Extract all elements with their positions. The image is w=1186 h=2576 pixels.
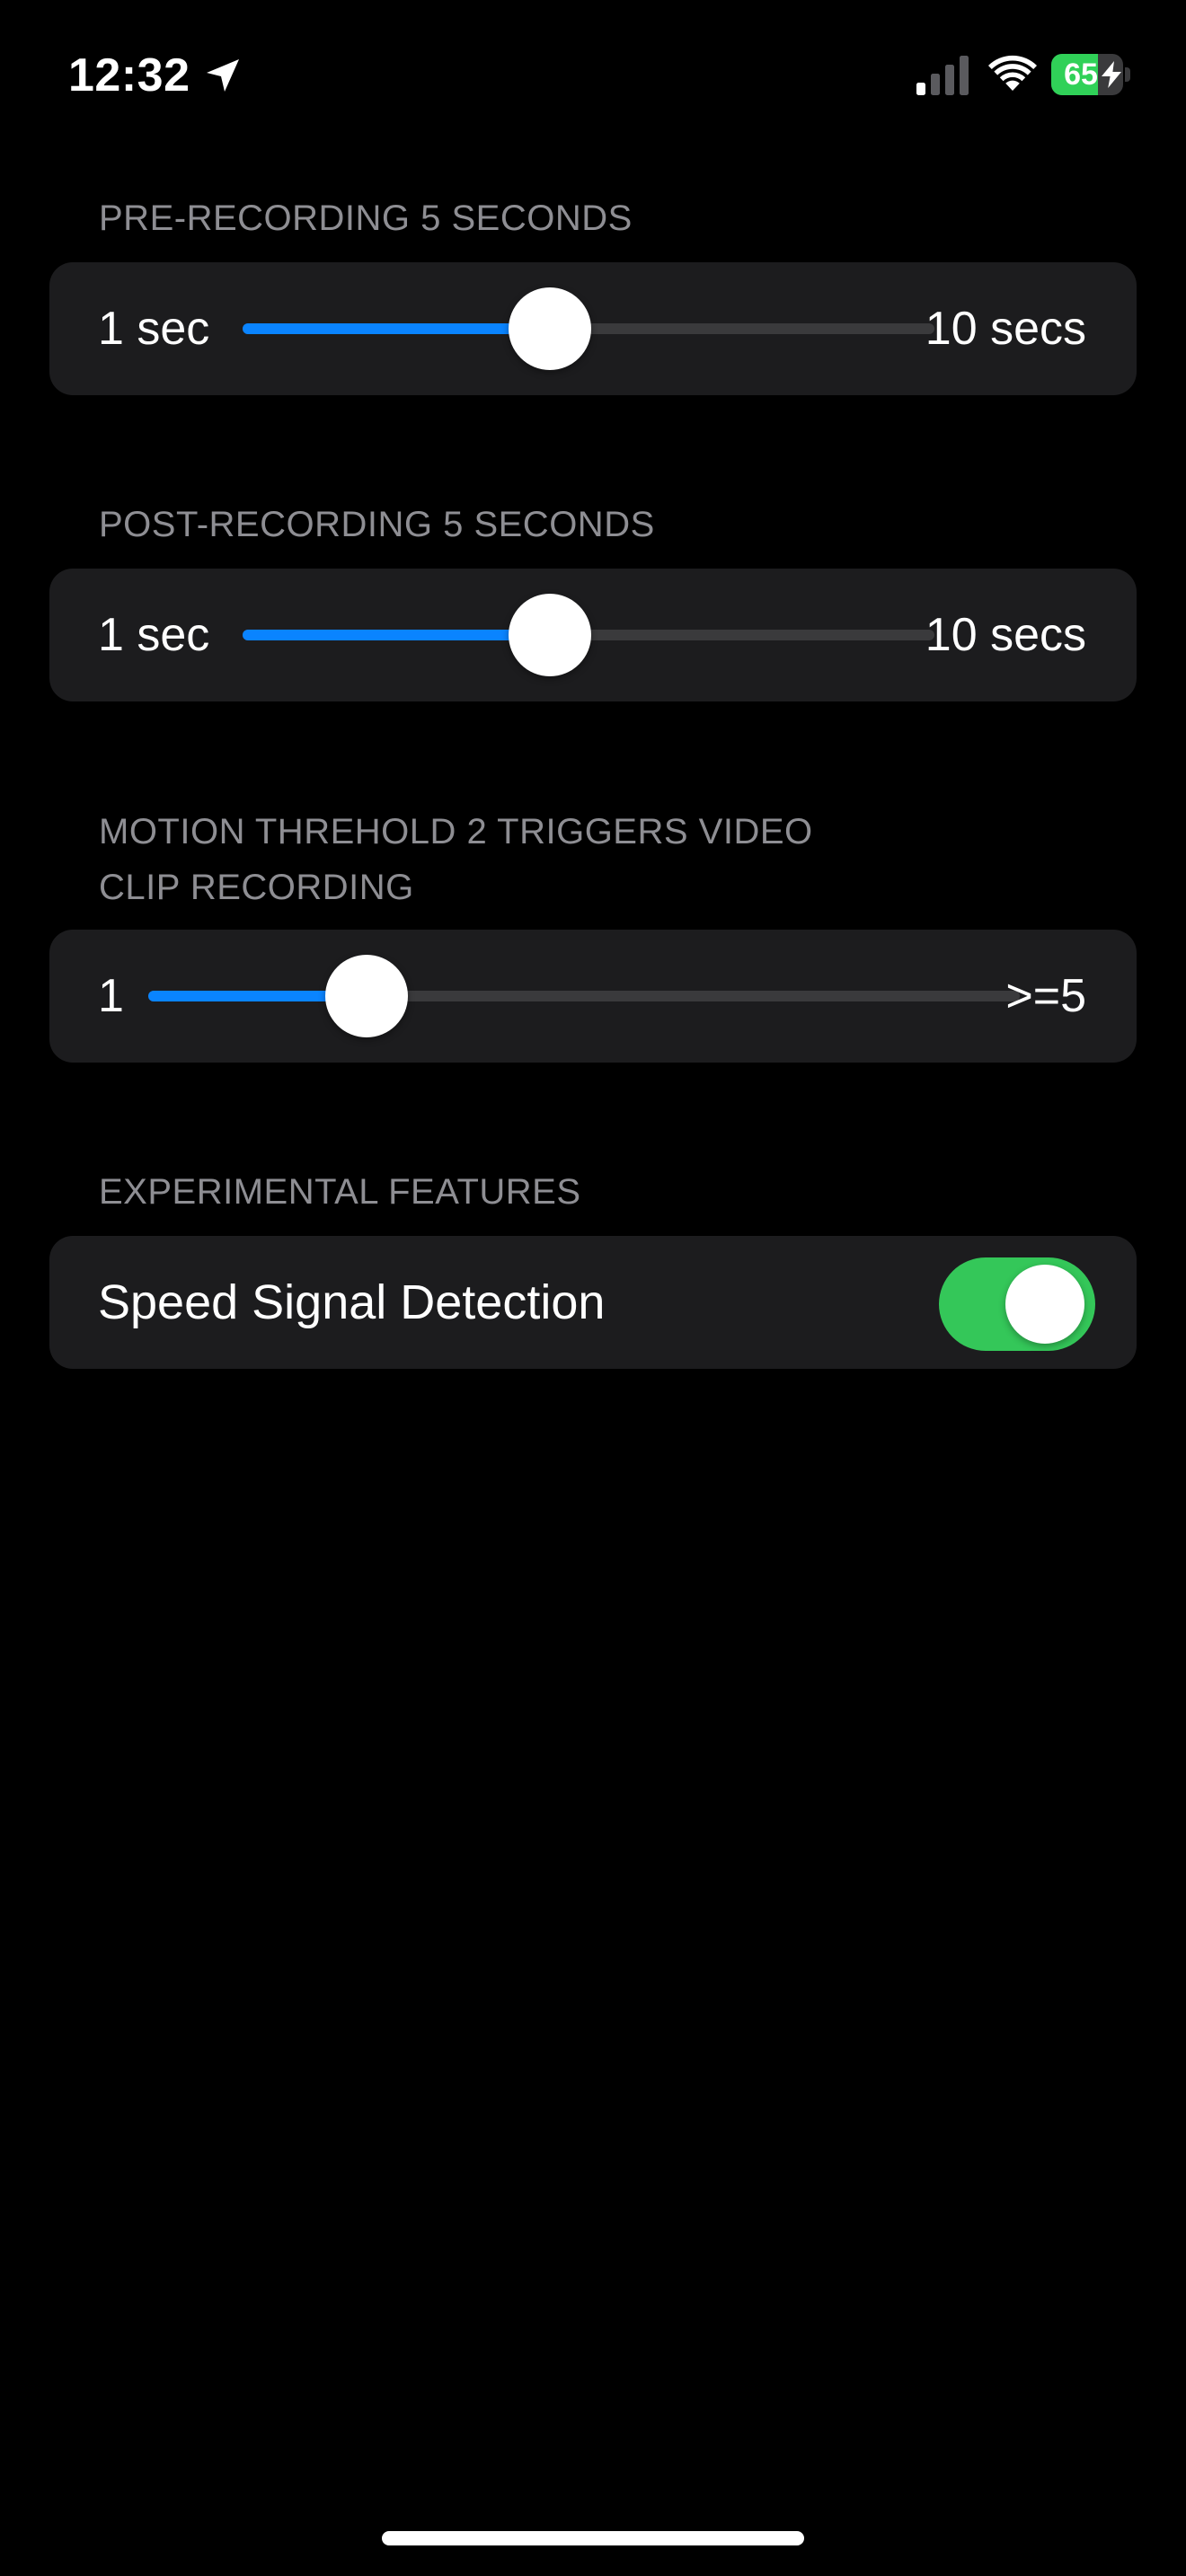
- slider-thumb[interactable]: [325, 955, 408, 1037]
- pre-recording-card: 1 sec 10 secs: [49, 262, 1137, 395]
- charging-bolt-icon: [1102, 61, 1121, 88]
- pre-recording-max-label: 10 secs: [925, 303, 1086, 355]
- post-recording-card: 1 sec 10 secs: [49, 569, 1137, 701]
- speed-signal-detection-label: Speed Signal Detection: [98, 1275, 606, 1329]
- post-recording-max-label: 10 secs: [925, 609, 1086, 661]
- motion-threshold-header-line1: MOTION THREHOLD 2 TRIGGERS VIDEO: [99, 812, 813, 851]
- toggle-knob: [1005, 1265, 1084, 1344]
- pre-recording-slider[interactable]: [243, 262, 934, 395]
- post-recording-slider[interactable]: [243, 569, 934, 701]
- motion-threshold-header: MOTION THREHOLD 2 TRIGGERS VIDEO CLIP RE…: [99, 804, 1087, 915]
- cellular-signal-icon: [916, 56, 969, 95]
- experimental-features-header: EXPERIMENTAL FEATURES: [99, 1172, 581, 1212]
- speed-signal-detection-toggle[interactable]: [939, 1257, 1095, 1351]
- battery-percent: 65: [1064, 57, 1098, 92]
- home-indicator[interactable]: [382, 2531, 804, 2545]
- pre-recording-header: PRE-RECORDING 5 SECONDS: [99, 198, 633, 238]
- pre-recording-min-label: 1 sec: [98, 303, 210, 355]
- slider-thumb[interactable]: [509, 594, 591, 676]
- wifi-icon: [988, 55, 1037, 91]
- slider-fill: [243, 323, 550, 334]
- post-recording-min-label: 1 sec: [98, 609, 210, 661]
- slider-thumb[interactable]: [509, 287, 591, 370]
- status-time: 12:32: [68, 49, 190, 101]
- motion-threshold-header-line2: CLIP RECORDING: [99, 868, 414, 907]
- status-bar: 12:32 65: [0, 0, 1186, 153]
- slider-fill: [243, 630, 550, 640]
- battery-charging-icon: 65: [1051, 54, 1130, 97]
- motion-threshold-card: 1 >=5: [49, 930, 1137, 1063]
- motion-threshold-slider[interactable]: [148, 930, 1020, 1063]
- experimental-features-card: Speed Signal Detection: [49, 1236, 1137, 1369]
- location-arrow-icon: [207, 59, 239, 92]
- post-recording-header: POST-RECORDING 5 SECONDS: [99, 505, 655, 544]
- motion-threshold-min-label: 1: [98, 970, 124, 1022]
- motion-threshold-max-label: >=5: [1005, 970, 1086, 1022]
